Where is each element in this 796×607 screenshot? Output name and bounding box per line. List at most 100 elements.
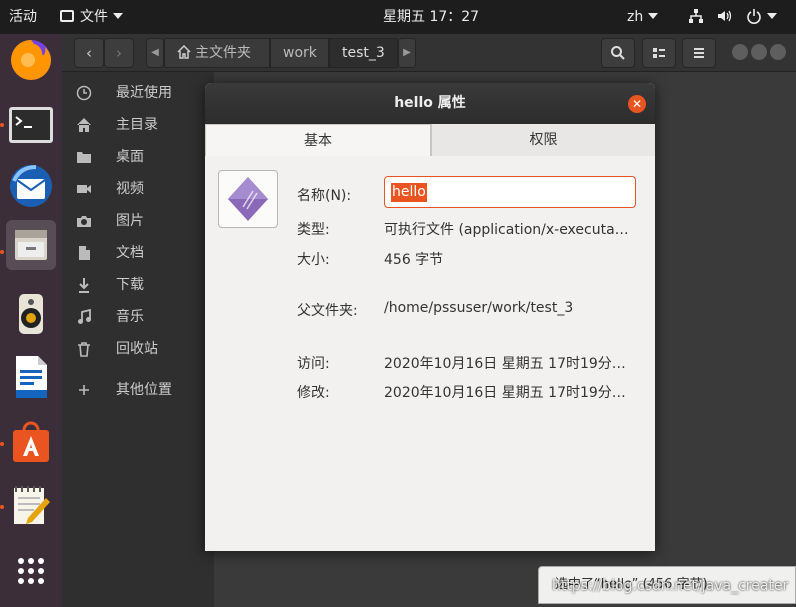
- document-icon: [79, 246, 90, 260]
- sidebar-item-label: 下载: [116, 277, 144, 293]
- download-icon: [79, 278, 89, 293]
- tab-permissions[interactable]: 权限: [431, 124, 655, 156]
- home-icon: [77, 118, 91, 132]
- size-value: 456 字节: [384, 252, 444, 268]
- accessed-value: 2020年10月16日 星期五 17时19分33秒: [384, 356, 634, 372]
- sidebar-item-label: 音乐: [116, 309, 144, 325]
- name-field[interactable]: hello: [384, 176, 636, 208]
- size-label: 大小:: [297, 252, 330, 268]
- triangle-left-icon: ◀: [151, 47, 159, 58]
- parent-folder-label: 父文件夹:: [297, 303, 358, 319]
- network-icon[interactable]: [688, 0, 704, 34]
- watermark: https://blog.csdn.net/java_creater: [552, 578, 789, 594]
- breadcrumb-label: 主文件夹: [195, 45, 251, 61]
- firefox-icon[interactable]: [6, 34, 56, 84]
- sidebar-item-videos[interactable]: 视频: [62, 173, 214, 205]
- triangle-right-icon: ▶: [403, 47, 411, 58]
- accessed-label: 访问:: [297, 356, 330, 372]
- scroll-right-button[interactable]: ▶: [398, 38, 416, 68]
- power-icon: [747, 9, 761, 24]
- maximize-button[interactable]: [751, 44, 767, 60]
- top-bar: 活动 文件 星期五 17：27 zh: [0, 0, 796, 34]
- text-editor-icon[interactable]: [6, 480, 56, 530]
- trash-icon: [78, 342, 90, 357]
- name-label: 名称(N):: [297, 188, 352, 204]
- software-center-icon[interactable]: [6, 418, 56, 468]
- plus-icon: [79, 385, 89, 395]
- close-dialog-button[interactable]: ✕: [628, 95, 646, 113]
- writer-icon[interactable]: [6, 352, 56, 402]
- power-menu[interactable]: [746, 0, 777, 34]
- sidebar-item-desktop[interactable]: 桌面: [62, 141, 214, 173]
- activities-button[interactable]: 活动: [9, 0, 37, 34]
- hamburger-icon: [694, 48, 704, 58]
- folder-icon: [77, 152, 91, 163]
- executable-file-icon: [218, 170, 278, 228]
- sidebar-item-recent[interactable]: 最近使用: [62, 77, 214, 109]
- minimize-button[interactable]: [732, 44, 748, 60]
- chevron-down-icon: [648, 13, 659, 19]
- close-icon: ✕: [631, 97, 643, 111]
- chevron-down-icon: [767, 13, 777, 19]
- header-bar: ‹ › ◀ 主文件夹 work test_3 ▶: [62, 34, 796, 72]
- tab-basic[interactable]: 基本: [205, 124, 431, 156]
- chevron-right-icon: ›: [116, 44, 122, 62]
- breadcrumb-work[interactable]: work: [270, 38, 329, 68]
- files-icon[interactable]: [6, 220, 56, 270]
- dock: [0, 34, 62, 607]
- language-indicator[interactable]: zh: [627, 0, 659, 34]
- breadcrumb-home[interactable]: 主文件夹: [164, 38, 270, 68]
- grid-icon: [653, 48, 665, 58]
- sidebar-item-label: 文档: [116, 245, 144, 261]
- app-menu-button[interactable]: 文件: [60, 0, 123, 34]
- home-icon: [177, 44, 191, 59]
- volume-icon[interactable]: [716, 0, 732, 34]
- terminal-icon[interactable]: [6, 100, 56, 150]
- app-menu-label: 文件: [80, 9, 108, 25]
- clock-icon: [76, 85, 92, 101]
- search-button[interactable]: [601, 38, 635, 68]
- modified-label: 修改:: [297, 385, 330, 401]
- video-icon: [77, 185, 91, 193]
- sidebar-item-label: 视频: [116, 181, 144, 197]
- chevron-down-icon: [113, 13, 123, 19]
- scroll-left-button[interactable]: ◀: [146, 38, 164, 68]
- running-indicator: [0, 505, 4, 509]
- modified-value: 2020年10月16日 星期五 17时19分33秒: [384, 385, 634, 401]
- camera-icon: [77, 216, 91, 227]
- sidebar-item-label: 最近使用: [116, 85, 172, 101]
- sidebar-item-music[interactable]: 音乐: [62, 301, 214, 333]
- sidebar-item-downloads[interactable]: 下载: [62, 269, 214, 301]
- type-value: 可执行文件 (application/x-executa…: [384, 222, 629, 238]
- search-icon: [611, 46, 625, 60]
- thunderbird-icon[interactable]: [6, 161, 56, 211]
- dialog-title: hello 属性: [205, 83, 655, 124]
- rhythmbox-icon[interactable]: [6, 289, 56, 339]
- name-field-value: hello: [391, 183, 427, 202]
- sidebar-item-home[interactable]: 主目录: [62, 109, 214, 141]
- forward-button[interactable]: ›: [104, 38, 134, 68]
- sidebar-item-pictures[interactable]: 图片: [62, 205, 214, 237]
- clock[interactable]: 星期五 17：27: [383, 0, 479, 34]
- type-label: 类型:: [297, 222, 330, 238]
- folder-icon: [60, 10, 74, 22]
- sidebar-item-trash[interactable]: 回收站: [62, 333, 214, 365]
- back-button[interactable]: ‹: [74, 38, 104, 68]
- sidebar-item-label: 图片: [116, 213, 144, 229]
- dialog-tabs: 基本 权限: [205, 124, 655, 156]
- sidebar-item-documents[interactable]: 文档: [62, 237, 214, 269]
- view-toggle-button[interactable]: [642, 38, 676, 68]
- breadcrumb-test3[interactable]: test_3: [329, 38, 398, 68]
- running-indicator: [0, 442, 4, 446]
- menu-button[interactable]: [682, 38, 716, 68]
- properties-dialog: hello 属性 ✕ 基本 权限 名称(N): hello 类型: 可执行文件 …: [205, 83, 655, 551]
- chevron-left-icon: ‹: [86, 44, 92, 62]
- running-indicator: [0, 250, 4, 254]
- show-apps-icon[interactable]: [6, 546, 56, 596]
- close-window-button[interactable]: [770, 44, 786, 60]
- sidebar-item-label: 回收站: [116, 341, 158, 357]
- running-indicator: [0, 123, 4, 127]
- language-label: zh: [627, 9, 644, 25]
- sidebar-item-label: 其他位置: [116, 382, 172, 398]
- sidebar-item-other-locations[interactable]: 其他位置: [62, 374, 214, 406]
